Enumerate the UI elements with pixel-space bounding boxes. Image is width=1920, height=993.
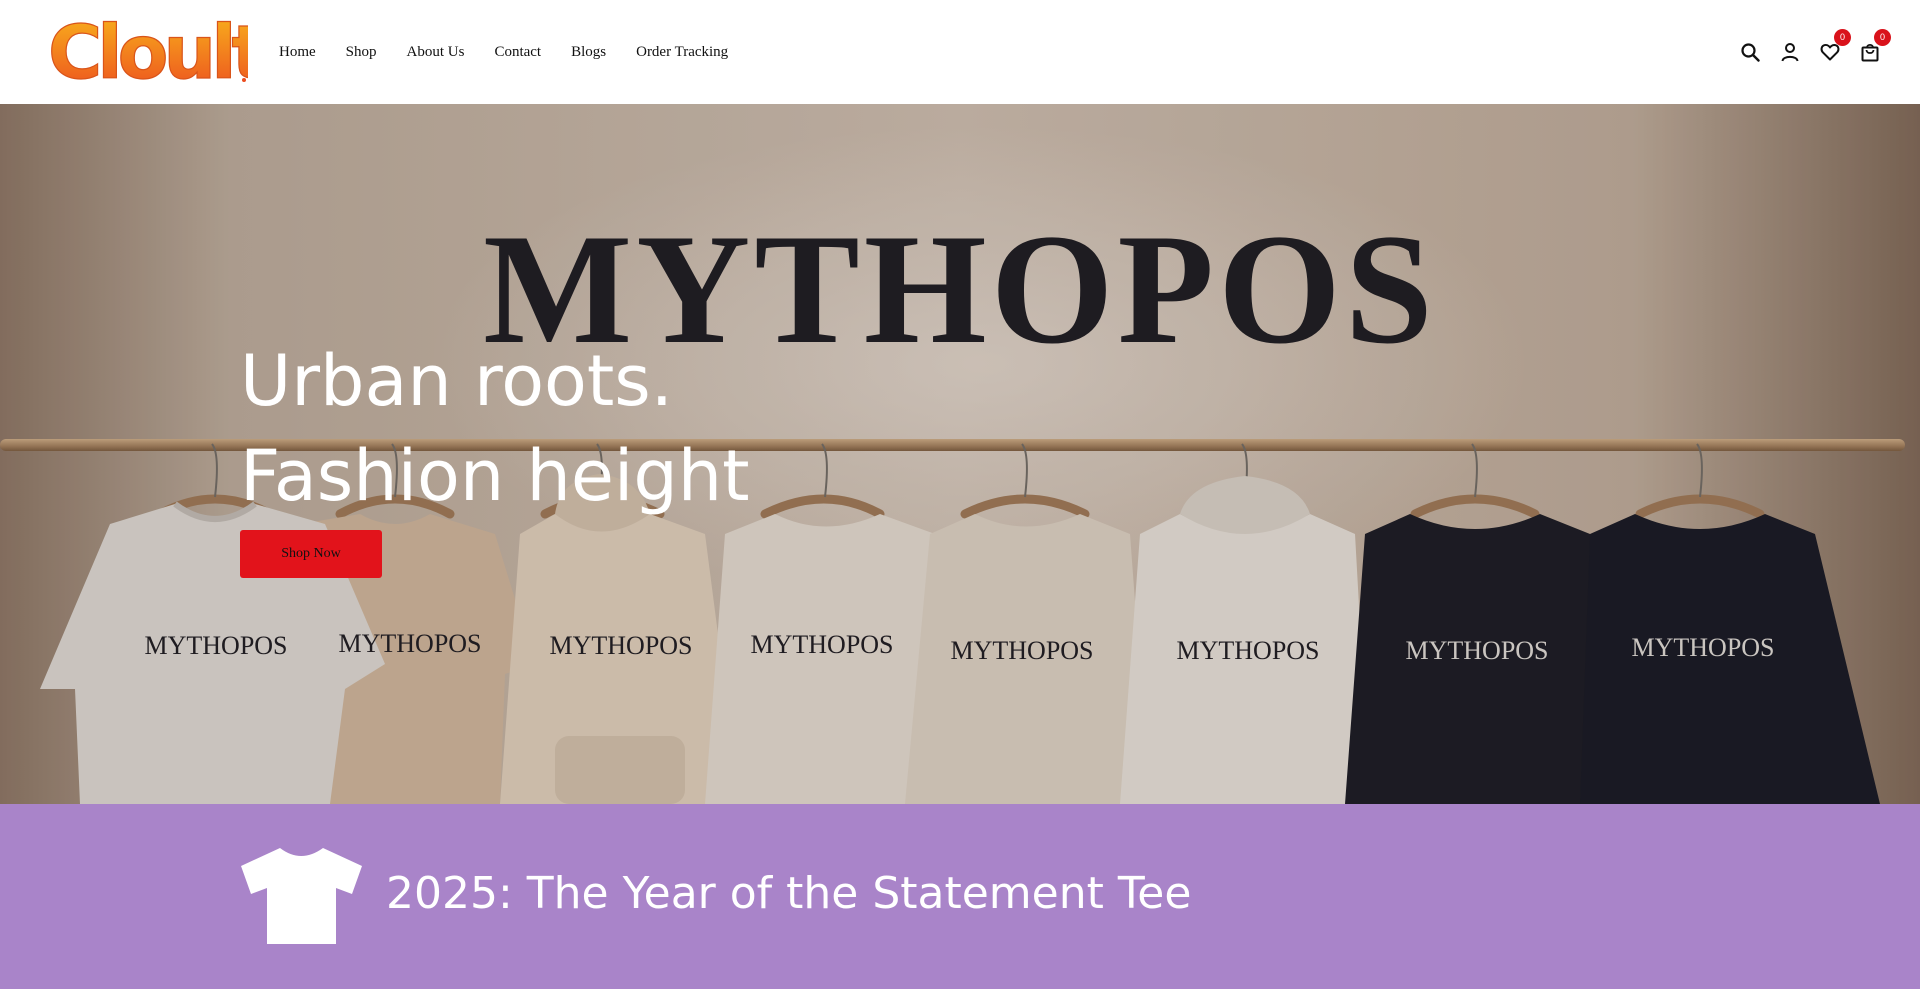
user-icon[interactable] bbox=[1780, 42, 1800, 62]
nav-order-tracking[interactable]: Order Tracking bbox=[636, 44, 728, 61]
nav-blogs[interactable]: Blogs bbox=[571, 44, 606, 61]
heart-icon[interactable]: 0 bbox=[1820, 29, 1851, 62]
hero-banner: MYTHOPOS MYTHOPOS MYTHOPOS MYTHOPOS MYTH… bbox=[0, 104, 1920, 804]
promo-headline: 2025: The Year of the Statement Tee bbox=[386, 868, 1192, 919]
svg-text:Cloult: Cloult bbox=[48, 10, 248, 86]
nav-home[interactable]: Home bbox=[279, 44, 316, 61]
search-icon[interactable] bbox=[1740, 42, 1760, 62]
site-header: Cloult Home Shop About Us Contact Blogs … bbox=[0, 0, 1920, 104]
tshirt-icon bbox=[241, 848, 362, 944]
header-actions: 0 0 bbox=[1740, 0, 1891, 104]
page-divider bbox=[0, 989, 1920, 993]
promo-banner: 2025: The Year of the Statement Tee bbox=[0, 804, 1920, 989]
wishlist-count-badge: 0 bbox=[1834, 29, 1851, 46]
hero-heading: Urban roots. Fashion height bbox=[240, 334, 750, 524]
shop-now-button[interactable]: Shop Now bbox=[240, 530, 382, 578]
nav-contact[interactable]: Contact bbox=[494, 44, 541, 61]
hero-heading-line-1: Urban roots. bbox=[240, 340, 674, 422]
shopping-bag-icon[interactable]: 0 bbox=[1860, 29, 1891, 62]
cart-count-badge: 0 bbox=[1874, 29, 1891, 46]
nav-shop[interactable]: Shop bbox=[346, 44, 377, 61]
brand-logo[interactable]: Cloult bbox=[48, 10, 248, 86]
main-nav: Home Shop About Us Contact Blogs Order T… bbox=[279, 0, 758, 104]
nav-about-us[interactable]: About Us bbox=[407, 44, 465, 61]
hero-heading-line-2: Fashion height bbox=[240, 435, 750, 517]
